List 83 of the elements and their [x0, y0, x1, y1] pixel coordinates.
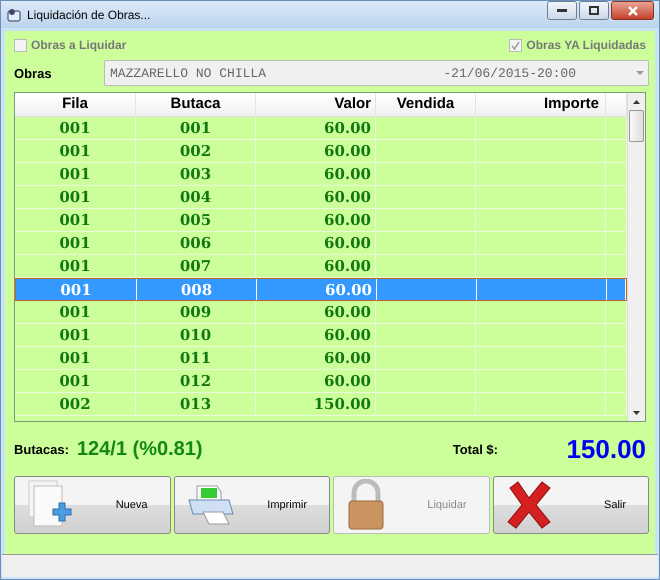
- table-cell: 009: [136, 301, 256, 323]
- table-cell: 60.00: [256, 324, 376, 346]
- dropdown-arrow-icon: [636, 71, 644, 75]
- table-cell: 60.00: [257, 279, 377, 300]
- maximize-icon: [589, 6, 599, 15]
- table-cell: 001: [15, 209, 136, 231]
- table-cell: 60.00: [256, 301, 376, 323]
- table-row[interactable]: 001 009 60.00: [15, 301, 627, 324]
- table-cell: 001: [136, 117, 256, 139]
- padlock-icon: [346, 479, 386, 531]
- checkbox-label: Obras YA Liquidadas: [526, 38, 646, 52]
- table-cell: 013: [136, 393, 256, 415]
- table-cell: 001: [15, 324, 136, 346]
- checkbox-label: Obras a Liquidar: [31, 38, 126, 52]
- close-icon: [626, 6, 638, 16]
- table-row[interactable]: 001 005 60.00: [15, 209, 627, 232]
- table-cell: 007: [136, 255, 256, 277]
- column-header[interactable]: Importe: [476, 93, 606, 116]
- table-cell: 010: [136, 324, 256, 346]
- window-title: Liquidación de Obras...: [27, 8, 152, 22]
- table-cell: 60.00: [256, 186, 376, 208]
- table-cell: 001: [15, 347, 136, 369]
- scrollbar[interactable]: [627, 93, 645, 421]
- action-button[interactable]: Imprimir: [174, 476, 330, 534]
- column-header[interactable]: Vendida: [376, 93, 476, 116]
- table-cell: 003: [136, 163, 256, 185]
- table-cell: 60.00: [256, 347, 376, 369]
- table-row[interactable]: 001 012 60.00: [15, 370, 627, 393]
- table-cell: 001: [15, 232, 136, 254]
- table-cell: 60.00: [256, 370, 376, 392]
- total-label: Total $:: [452, 442, 498, 456]
- seats-label: Butacas:: [14, 442, 69, 456]
- table-row[interactable]: 001 004 60.00: [15, 186, 627, 209]
- table-cell: 001: [15, 117, 136, 139]
- table-cell: 006: [136, 232, 256, 254]
- action-button[interactable]: Salir: [492, 476, 649, 534]
- action-button[interactable]: Nueva: [14, 476, 170, 534]
- table-cell: 001: [15, 255, 136, 277]
- close-x-icon: [506, 480, 552, 530]
- close-button[interactable]: [611, 1, 654, 20]
- table-cell: 011: [136, 347, 256, 369]
- combo-date: -21/06/2015-20:00: [443, 66, 576, 80]
- table-row[interactable]: 001 006 60.00: [15, 232, 627, 255]
- scroll-thumb[interactable]: [629, 110, 644, 142]
- table-cell: 60.00: [256, 140, 376, 162]
- table-cell: 60.00: [256, 209, 376, 231]
- column-header[interactable]: Valor: [256, 93, 376, 116]
- minimize-button[interactable]: [547, 1, 577, 20]
- app-icon: [6, 6, 22, 22]
- table-cell: 005: [136, 209, 256, 231]
- table-cell: 001: [15, 140, 136, 162]
- table-cell: 012: [136, 370, 256, 392]
- table-cell: 002: [136, 140, 256, 162]
- scroll-down-icon[interactable]: [633, 410, 640, 414]
- field-label: Obras: [14, 66, 53, 80]
- scroll-up-icon[interactable]: [633, 100, 640, 104]
- table-cell: 001: [15, 301, 136, 323]
- table-cell: 004: [136, 186, 256, 208]
- maximize-button[interactable]: [579, 1, 609, 20]
- table-row[interactable]: 001 011 60.00: [15, 347, 627, 370]
- table-cell: 150.00: [256, 393, 376, 415]
- table-row[interactable]: 001 010 60.00: [15, 324, 627, 347]
- table-row[interactable]: 001 002 60.00: [15, 140, 627, 163]
- table-row[interactable]: 001 003 60.00: [15, 163, 627, 186]
- table-cell: 60.00: [256, 163, 376, 185]
- table-cell: 60.00: [256, 232, 376, 254]
- table-cell: 001: [15, 186, 136, 208]
- table-cell: 008: [137, 279, 257, 300]
- table-cell: 001: [15, 370, 136, 392]
- table-cell: 001: [15, 163, 136, 185]
- table-cell: 60.00: [256, 255, 376, 277]
- table-cell: 002: [15, 393, 136, 415]
- column-header[interactable]: Fila: [15, 93, 136, 116]
- table-row[interactable]: 002 013 150.00: [15, 393, 627, 416]
- combo-value: MAZZARELLO NO CHILLA: [110, 66, 268, 80]
- table-cell: 60.00: [256, 117, 376, 139]
- table-cell: 001: [16, 279, 137, 300]
- total-value: 150.00: [565, 434, 646, 464]
- seats-value: 124/1 (%0.81): [76, 438, 203, 460]
- minimize-icon: [557, 8, 567, 12]
- column-header[interactable]: Butaca: [136, 93, 256, 116]
- table-row[interactable]: 001 001 60.00: [15, 117, 627, 140]
- table-row[interactable]: 001 008 60.00: [15, 278, 627, 301]
